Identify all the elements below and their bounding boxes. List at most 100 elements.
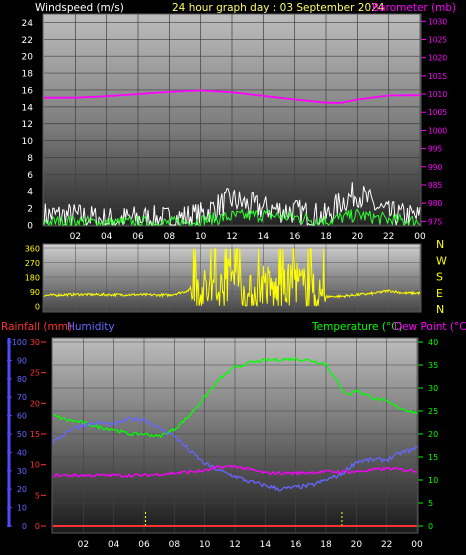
time-tick-label: 18: [320, 540, 332, 550]
windspeed-tick-label: 4: [27, 188, 33, 198]
rainfall-tick-label: 30: [30, 338, 40, 347]
humidity-tick-label: 70: [17, 393, 27, 402]
wind-direction-tick-label: 270: [25, 259, 40, 268]
barometer-ticks: 975 980 985 990 995 1000 1005 1010 1015 1020 1025 1…: [421, 17, 447, 226]
rainfall-tick-label: 10: [30, 461, 40, 470]
humidity-tick-label: 10: [17, 504, 27, 513]
time-tick-label: 10: [195, 232, 207, 242]
wind-direction-tick-label: 360: [25, 245, 40, 254]
windspeed-tick-label: 8: [27, 154, 33, 164]
rainfall-tick-label: 20: [30, 399, 40, 408]
temperature-tick-label: 30: [428, 384, 438, 393]
rainfall-tick-label: 0: [35, 522, 40, 531]
temperature-tick-label: 15: [428, 453, 438, 462]
windspeed-tick-label: 22: [22, 36, 33, 46]
time-tick-label: 22: [381, 540, 392, 550]
time-tick-label: 06: [138, 540, 150, 550]
time-tick-label: 06: [132, 232, 144, 242]
humidity-tick-label: 20: [17, 485, 27, 494]
barometer-tick-label: 985: [428, 181, 443, 190]
dewpoint-axis-title: Dew Point (°C): [394, 321, 466, 333]
windspeed-tick-label: 10: [22, 137, 34, 147]
barometer-tick-label: 1020: [428, 54, 447, 63]
time-tick-label: 14: [260, 540, 272, 550]
barometer-tick-label: 995: [428, 145, 443, 154]
compass-label: S: [436, 271, 443, 284]
windspeed-tick-label: 24: [22, 19, 34, 29]
time-tick-label: 08: [169, 540, 181, 550]
temperature-tick-label: 0: [428, 522, 433, 531]
humidity-tick-label: 90: [17, 356, 27, 365]
compass-label: N: [436, 238, 444, 251]
windspeed-tick-label: 16: [22, 86, 34, 96]
time-tick-label: 16: [289, 232, 301, 242]
compass-label: E: [436, 287, 443, 300]
rainfall-tick-label: 5: [35, 491, 40, 500]
temperature-tick-label: 40: [428, 338, 438, 347]
barometer-axis-title: Barometer (mb): [372, 2, 456, 14]
humidity-tick-label: 60: [17, 412, 27, 421]
barometer-tick-label: 1015: [428, 72, 447, 81]
time-tick-label: 20: [352, 232, 364, 242]
humidity-axis-title: Humidity: [67, 321, 115, 333]
windspeed-tick-label: 18: [22, 70, 34, 80]
barometer-tick-label: 1010: [428, 90, 447, 99]
humidity-tick-label: 80: [17, 375, 27, 384]
humidity-tick-label: 40: [17, 448, 27, 457]
time-tick-label: 16: [290, 540, 302, 550]
weather-graph: Windspeed (m/s) 24 hour graph day : 03 S…: [1, 2, 466, 550]
time-tick-label: 22: [383, 232, 394, 242]
barometer-tick-label: 980: [428, 199, 443, 208]
wind-direction-ticks: 0 90 180 270 360: [25, 245, 40, 312]
temperature-tick-label: 20: [428, 430, 438, 439]
humidity-tick-label: 0: [22, 522, 27, 531]
temperature-tick-label: 35: [428, 361, 438, 370]
time-tick-label: 20: [351, 540, 363, 550]
wind-direction-tick-label: 0: [35, 303, 40, 312]
windspeed-tick-label: 12: [22, 120, 33, 130]
humidity-tick-label: 30: [17, 467, 27, 476]
temp-panel-time-ticks: 02 04 06 08 10 12 14 16 18 20 22 00: [78, 540, 423, 550]
time-tick-label: 04: [108, 540, 120, 550]
barometer-tick-label: 1000: [428, 126, 447, 135]
time-tick-label: 00: [414, 232, 426, 242]
rainfall-tick-label: 25: [30, 369, 40, 378]
rainfall-axis-title: Rainfall (mm): [1, 321, 72, 333]
windspeed-tick-label: 2: [27, 205, 33, 215]
rainfall-ticks: 0 5 10 15 20 25 30: [30, 338, 46, 531]
time-tick-label: 02: [70, 232, 81, 242]
time-tick-label: 18: [320, 232, 332, 242]
compass-labels: NWSEN: [436, 238, 447, 316]
humidity-tick-label: 100: [12, 338, 27, 347]
time-tick-label: 00: [411, 540, 423, 550]
wind-panel-time-ticks: 02 04 06 08 10 12 14 16 18 20 22 00: [70, 232, 426, 242]
wind-direction-tick-label: 180: [25, 274, 40, 283]
chart-title: 24 hour graph day : 03 September 2024: [172, 2, 385, 14]
windspeed-tick-label: 6: [27, 171, 33, 181]
compass-label: N: [436, 303, 444, 316]
time-tick-label: 12: [229, 540, 240, 550]
time-tick-label: 14: [258, 232, 270, 242]
rainfall-tick-label: 15: [30, 430, 40, 439]
time-tick-label: 04: [101, 232, 113, 242]
temperature-ticks: 0 5 10 15 20 25 30 35 40: [418, 338, 438, 531]
barometer-tick-label: 975: [428, 217, 443, 226]
wind-axis-title: Windspeed (m/s): [35, 2, 124, 14]
time-tick-label: 08: [164, 232, 176, 242]
temperature-tick-label: 25: [428, 407, 438, 416]
time-tick-label: 10: [199, 540, 211, 550]
time-tick-label: 12: [226, 232, 237, 242]
humidity-tick-label: 50: [17, 430, 27, 439]
windspeed-tick-label: 20: [22, 53, 34, 63]
time-tick-label: 02: [78, 540, 89, 550]
barometer-tick-label: 990: [428, 163, 443, 172]
windspeed-tick-label: 14: [22, 103, 34, 113]
barometer-tick-label: 1005: [428, 108, 447, 117]
temperature-tick-label: 5: [428, 499, 433, 508]
barometer-tick-label: 1025: [428, 35, 447, 44]
wind-direction-tick-label: 90: [30, 288, 40, 297]
windspeed-ticks: 024681012141618202224: [22, 19, 34, 232]
windspeed-tick-label: 0: [27, 222, 33, 232]
barometer-tick-label: 1030: [428, 17, 447, 26]
temperature-tick-label: 10: [428, 476, 438, 485]
